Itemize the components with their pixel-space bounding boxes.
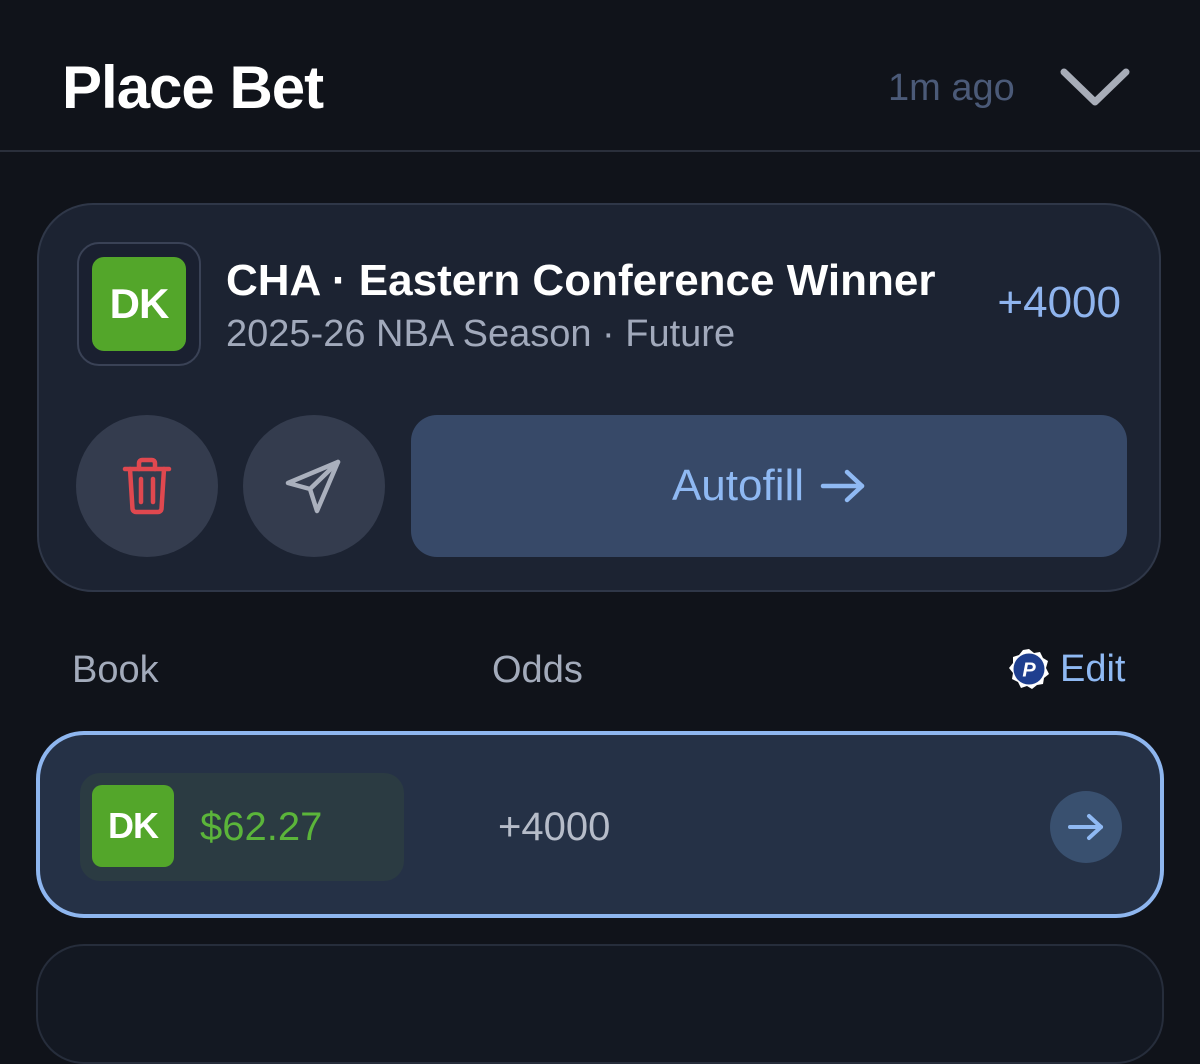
delete-button[interactable] — [76, 415, 218, 557]
bet-card: DK CHA · Eastern Conference Winner 2025-… — [37, 203, 1161, 592]
book-chip: DK $62.27 — [80, 773, 404, 881]
collapse-button[interactable] — [1058, 60, 1132, 116]
odds-column-header: Odds — [492, 649, 583, 691]
autofill-button[interactable]: Autofill — [411, 415, 1127, 557]
trash-icon — [122, 457, 172, 515]
badge-icon: P — [1009, 649, 1049, 689]
header: Place Bet 1m ago — [0, 0, 1200, 152]
book-odds: +4000 — [498, 805, 611, 849]
arrow-right-icon — [1068, 814, 1103, 840]
badge-letter: P — [1022, 660, 1036, 682]
place-bet-arrow-button[interactable] — [1050, 791, 1122, 863]
timestamp: 1m ago — [888, 67, 1015, 109]
bet-subtitle: 2025-26 NBA Season · Future — [226, 313, 736, 355]
edit-label: Edit — [1060, 648, 1126, 690]
book-column-header: Book — [72, 649, 159, 691]
book-row-selected[interactable]: DK $62.27 +4000 — [36, 731, 1164, 918]
draftkings-logo: DK — [92, 785, 174, 867]
send-icon — [285, 459, 341, 514]
share-button[interactable] — [243, 415, 385, 557]
bet-title: CHA · Eastern Conference Winner — [226, 256, 936, 305]
page-title: Place Bet — [62, 54, 324, 121]
sportsbook-logo-frame: DK — [77, 242, 201, 366]
edit-button[interactable]: P Edit — [1008, 647, 1125, 691]
autofill-label: Autofill — [671, 461, 805, 510]
book-row[interactable] — [36, 944, 1164, 1064]
chevron-down-icon — [1060, 68, 1130, 106]
header-divider — [0, 150, 1200, 152]
draftkings-logo: DK — [92, 257, 186, 351]
arrow-right-icon — [820, 468, 866, 504]
book-balance: $62.27 — [200, 805, 323, 849]
bet-odds: +4000 — [997, 278, 1121, 327]
